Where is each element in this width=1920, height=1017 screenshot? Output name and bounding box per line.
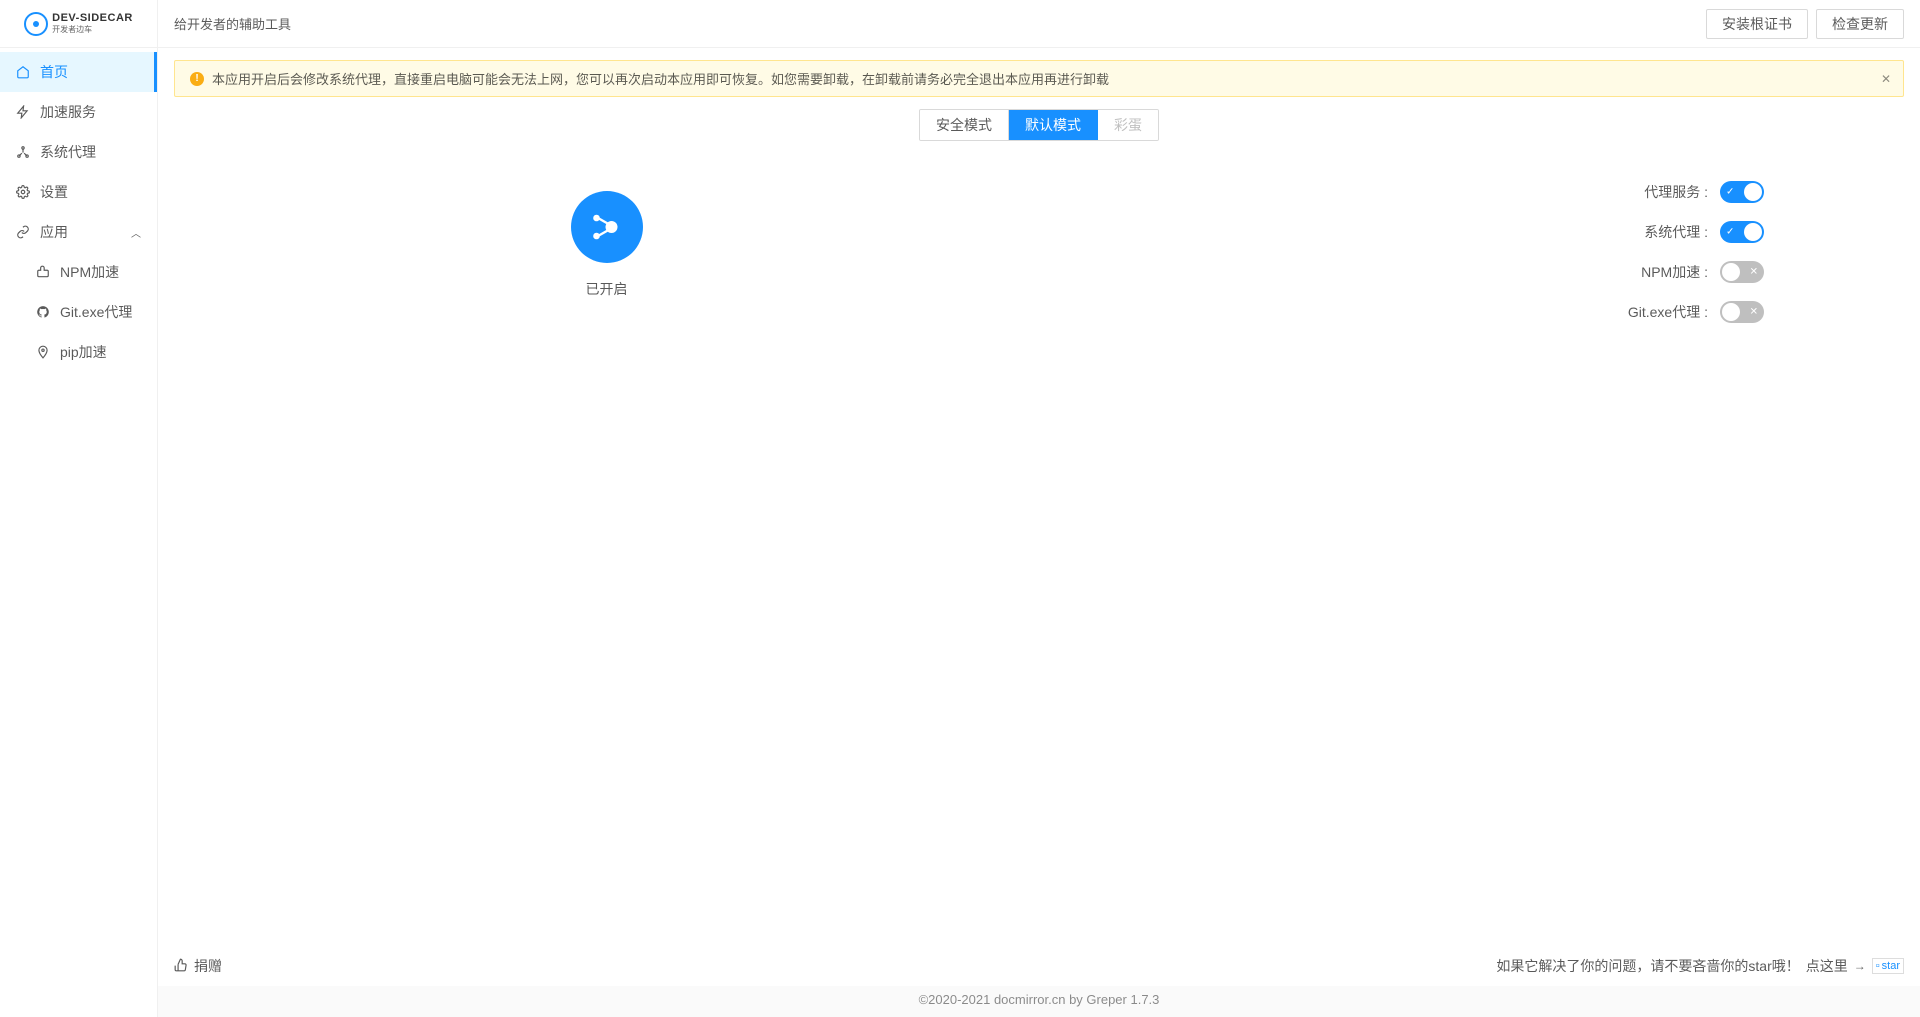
- main: 给开发者的辅助工具 安装根证书 检查更新 ! 本应用开启后会修改系统代理，直接重…: [158, 0, 1920, 1017]
- network-icon: [16, 145, 30, 159]
- install-cert-button[interactable]: 安装根证书: [1706, 9, 1808, 39]
- warning-icon: !: [190, 72, 204, 86]
- logo-icon: [24, 12, 48, 36]
- mode-tab-safe[interactable]: 安全模式: [920, 110, 1009, 140]
- sidebar: DEV-SIDECAR 开发者边车 首页 加速服务 系统代理 设置: [0, 0, 158, 1017]
- bolt-icon: [16, 105, 30, 119]
- logo: DEV-SIDECAR 开发者边车: [0, 0, 157, 48]
- switches-section: 代理服务 ✓ 系统代理 ✓ NPM加速: [1039, 171, 1904, 934]
- sidebar-item-label: 首页: [40, 62, 68, 82]
- home-icon: [16, 65, 30, 79]
- switch-row-git: Git.exe代理 ✕: [1039, 301, 1764, 323]
- switch-proxy-service[interactable]: ✓: [1720, 181, 1764, 203]
- sidebar-item-label: NPM加速: [60, 262, 119, 282]
- logo-name: DEV-SIDECAR: [52, 12, 133, 24]
- gear-icon: [16, 185, 30, 199]
- main-menu: 首页 加速服务 系统代理 设置 应用 ︿ NPM: [0, 48, 157, 1017]
- logo-sub: 开发者边车: [52, 24, 133, 35]
- sidebar-item-apps[interactable]: 应用 ︿: [0, 212, 157, 252]
- sidebar-item-label: Git.exe代理: [60, 302, 132, 322]
- thumb-icon: [36, 265, 50, 279]
- sidebar-item-label: 应用: [40, 222, 68, 242]
- arrow-right-icon: →: [1854, 959, 1866, 973]
- sidebar-item-label: 系统代理: [40, 142, 96, 162]
- sidebar-item-settings[interactable]: 设置: [0, 172, 157, 212]
- status-section: 已开启: [174, 171, 1039, 934]
- switch-system-proxy[interactable]: ✓: [1720, 221, 1764, 243]
- check-update-button[interactable]: 检查更新: [1816, 9, 1904, 39]
- sidebar-item-label: 设置: [40, 182, 68, 202]
- thumb-icon: [174, 958, 188, 975]
- switch-label: 代理服务: [1644, 182, 1708, 202]
- github-icon: [36, 305, 50, 319]
- sidebar-item-npm[interactable]: NPM加速: [0, 252, 157, 292]
- footer-star-link[interactable]: 点这里: [1806, 956, 1848, 976]
- page-title: 给开发者的辅助工具: [174, 14, 1706, 33]
- sidebar-item-proxy[interactable]: 系统代理: [0, 132, 157, 172]
- alert-close-button[interactable]: ✕: [1881, 72, 1891, 86]
- mode-tab-default[interactable]: 默认模式: [1009, 110, 1098, 140]
- status-circle[interactable]: [571, 191, 643, 263]
- sidebar-item-label: pip加速: [60, 342, 107, 362]
- sidebar-item-label: 加速服务: [40, 102, 96, 122]
- sidebar-item-home[interactable]: 首页: [0, 52, 157, 92]
- alert-text: 本应用开启后会修改系统代理，直接重启电脑可能会无法上网，您可以再次启动本应用即可…: [212, 69, 1888, 88]
- footer-msg: 如果它解决了你的问题，请不要吝啬你的star哦！: [1496, 956, 1799, 976]
- switch-label: 系统代理: [1644, 222, 1708, 242]
- sidebar-item-git[interactable]: Git.exe代理: [0, 292, 157, 332]
- header: 给开发者的辅助工具 安装根证书 检查更新: [158, 0, 1920, 48]
- switch-label: NPM加速: [1641, 262, 1708, 282]
- star-image[interactable]: star: [1872, 958, 1904, 974]
- mode-tab-egg[interactable]: 彩蛋: [1098, 110, 1158, 140]
- connection-icon: [589, 209, 625, 245]
- switch-label: Git.exe代理: [1628, 302, 1708, 322]
- sidebar-item-speed[interactable]: 加速服务: [0, 92, 157, 132]
- pin-icon: [36, 345, 50, 359]
- mode-tabs: 安全模式 默认模式 彩蛋: [174, 109, 1904, 141]
- switch-git[interactable]: ✕: [1720, 301, 1764, 323]
- status-text: 已开启: [586, 279, 628, 299]
- warning-alert: ! 本应用开启后会修改系统代理，直接重启电脑可能会无法上网，您可以再次启动本应用…: [174, 60, 1904, 97]
- footer-bar: 捐赠 如果它解决了你的问题，请不要吝啬你的star哦！ 点这里 → star: [158, 946, 1920, 986]
- submenu-apps: NPM加速 Git.exe代理 pip加速: [0, 252, 157, 372]
- switch-row-system-proxy: 系统代理 ✓: [1039, 221, 1764, 243]
- switch-row-proxy-service: 代理服务 ✓: [1039, 181, 1764, 203]
- copyright: ©2020-2021 docmirror.cn by Greper 1.7.3: [158, 986, 1920, 1017]
- switch-row-npm: NPM加速 ✕: [1039, 261, 1764, 283]
- link-icon: [16, 225, 30, 239]
- donate-label: 捐赠: [194, 956, 222, 976]
- switch-npm[interactable]: ✕: [1720, 261, 1764, 283]
- chevron-up-icon: ︿: [131, 225, 141, 240]
- sidebar-item-pip[interactable]: pip加速: [0, 332, 157, 372]
- donate-link[interactable]: 捐赠: [174, 956, 222, 976]
